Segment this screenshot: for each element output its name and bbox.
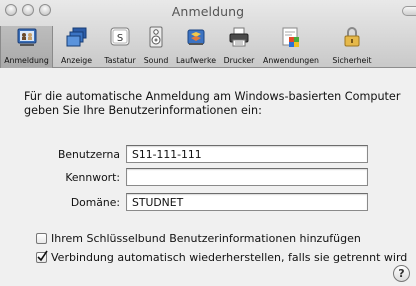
speaker-icon — [149, 26, 163, 48]
reconnect-checkbox-label: Verbindung automatisch wiederherstellen,… — [51, 251, 408, 264]
window-title: Anmeldung — [171, 4, 245, 19]
domain-label: Domäne: — [70, 196, 120, 209]
svg-text:S: S — [117, 33, 123, 44]
reconnect-checkbox[interactable] — [36, 250, 48, 263]
keyboard-icon: S — [110, 27, 130, 46]
domain-field[interactable] — [126, 193, 368, 211]
tab-anwendungen[interactable]: Anwendungen — [258, 26, 324, 68]
drives-icon — [187, 29, 205, 45]
tab-label: Sicherheit — [332, 56, 372, 65]
login-icon — [17, 28, 36, 46]
password-field[interactable] — [126, 168, 368, 186]
applications-icon — [282, 27, 299, 47]
tab-label: Anmeldung — [4, 56, 49, 65]
lock-icon — [344, 27, 360, 47]
tab-label: Tastatur — [104, 56, 136, 65]
tab-label: Anwendungen — [263, 56, 319, 65]
keychain-checkbox-label: Ihrem Schlüsselbund Benutzerinformatione… — [51, 232, 361, 245]
checkmark-icon — [37, 250, 48, 262]
tab-label: Laufwerke — [175, 56, 217, 65]
tab-label: Drucker — [223, 56, 255, 65]
intro-text: Für die automatische Anmeldung am Window… — [24, 90, 401, 117]
tab-tastatur[interactable]: S Tastatur — [100, 26, 140, 68]
help-button[interactable]: ? — [393, 265, 410, 282]
tab-label: Sound — [143, 56, 169, 65]
toolbar: Anmeldung Anmeldung Anzeige S Tastatur S… — [0, 0, 416, 68]
username-label: Benutzerna — [58, 148, 120, 161]
tab-anzeige[interactable]: Anzeige — [55, 26, 98, 68]
tab-label: Anzeige — [60, 56, 93, 65]
tab-drucker[interactable]: Drucker — [220, 26, 258, 68]
display-icon — [66, 27, 86, 47]
password-label: Kennwort: — [65, 171, 120, 184]
tab-laufwerke[interactable]: Laufwerke — [172, 26, 220, 68]
toolbar-toggle-button[interactable] — [402, 6, 416, 16]
preferences-window: Anmeldung Anmeldung Anzeige S Tastatur S… — [0, 0, 416, 286]
tab-sound[interactable]: Sound — [140, 26, 172, 68]
printer-icon — [229, 27, 249, 47]
username-field[interactable] — [126, 145, 368, 163]
tab-anmeldung[interactable]: Anmeldung — [0, 26, 53, 68]
keychain-checkbox[interactable] — [36, 233, 47, 244]
tab-sicherheit[interactable]: Sicherheit — [326, 26, 378, 68]
